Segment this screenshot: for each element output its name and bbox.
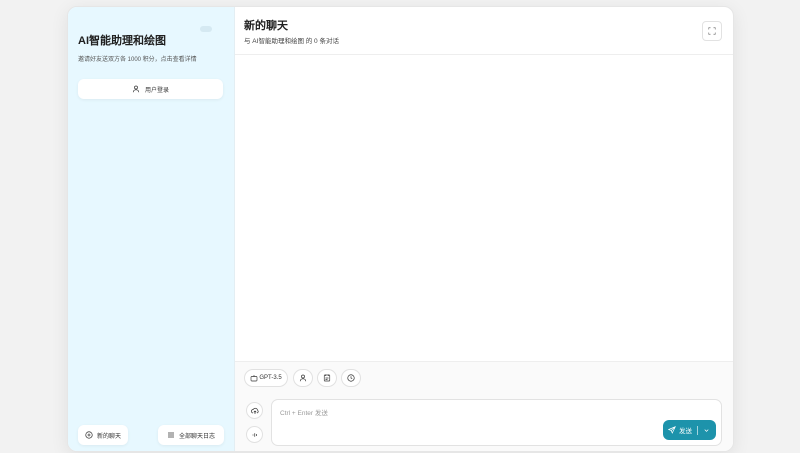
- sidebar: AI智能助理和绘图 邀请好友送双方各 1000 积分，点击查看详情 用户登录 新…: [68, 7, 235, 451]
- upload-button[interactable]: [246, 402, 263, 419]
- chevron-down-icon[interactable]: [703, 427, 710, 434]
- prompt-icon: [323, 374, 331, 382]
- user-icon: [132, 85, 140, 93]
- plus-circle-icon: [85, 431, 93, 439]
- app-window: AI智能助理和绘图 邀请好友送双方各 1000 积分，点击查看详情 用户登录 新…: [67, 6, 734, 452]
- mask-icon: [299, 374, 307, 382]
- upload-icon: [250, 407, 259, 415]
- new-chat-button[interactable]: 新的聊天: [78, 425, 128, 445]
- all-chat-logs-button[interactable]: 全部聊天日志: [158, 425, 224, 445]
- list-icon: [167, 431, 175, 439]
- chat-subtitle: 与 AI智能助理和绘图 的 0 条对话: [244, 38, 339, 45]
- message-input-placeholder: Ctrl + Enter 发送: [280, 410, 328, 417]
- model-selector-button[interactable]: GPT-3.5: [244, 369, 288, 387]
- fullscreen-button[interactable]: [702, 21, 722, 41]
- all-chat-logs-label: 全部聊天日志: [178, 433, 215, 440]
- logo-decoration: [200, 26, 212, 32]
- voice-icon: [251, 431, 259, 439]
- chat-area: 新的聊天 与 AI智能助理和绘图 的 0 条对话 GPT-3.5 Ctrl + …: [235, 7, 733, 451]
- chat-title[interactable]: 新的聊天: [244, 17, 288, 33]
- maximize-icon: [708, 27, 716, 35]
- robot-icon: [250, 374, 258, 382]
- mask-button[interactable]: [293, 369, 313, 387]
- login-button-label: 用户登录: [144, 87, 169, 94]
- voice-button[interactable]: [246, 426, 263, 443]
- app-title: AI智能助理和绘图: [78, 35, 166, 47]
- invite-subtitle-link[interactable]: 邀请好友送双方各 1000 积分，点击查看详情: [78, 54, 197, 63]
- history-button[interactable]: [341, 369, 361, 387]
- new-chat-label: 新的聊天: [96, 433, 121, 440]
- send-divider: [697, 425, 698, 435]
- send-icon: [668, 426, 676, 434]
- message-list: [235, 55, 733, 361]
- send-button[interactable]: 发送: [663, 420, 716, 440]
- clock-icon: [347, 374, 355, 382]
- input-panel: GPT-3.5 Ctrl + Enter 发送 发送: [235, 361, 733, 451]
- send-label: 发送: [679, 428, 692, 435]
- prompt-button[interactable]: [317, 369, 337, 387]
- login-button[interactable]: 用户登录: [78, 79, 223, 99]
- message-input[interactable]: Ctrl + Enter 发送 发送: [271, 399, 722, 446]
- chat-header: 新的聊天 与 AI智能助理和绘图 的 0 条对话: [235, 7, 733, 55]
- model-label: GPT-3.5: [259, 375, 282, 381]
